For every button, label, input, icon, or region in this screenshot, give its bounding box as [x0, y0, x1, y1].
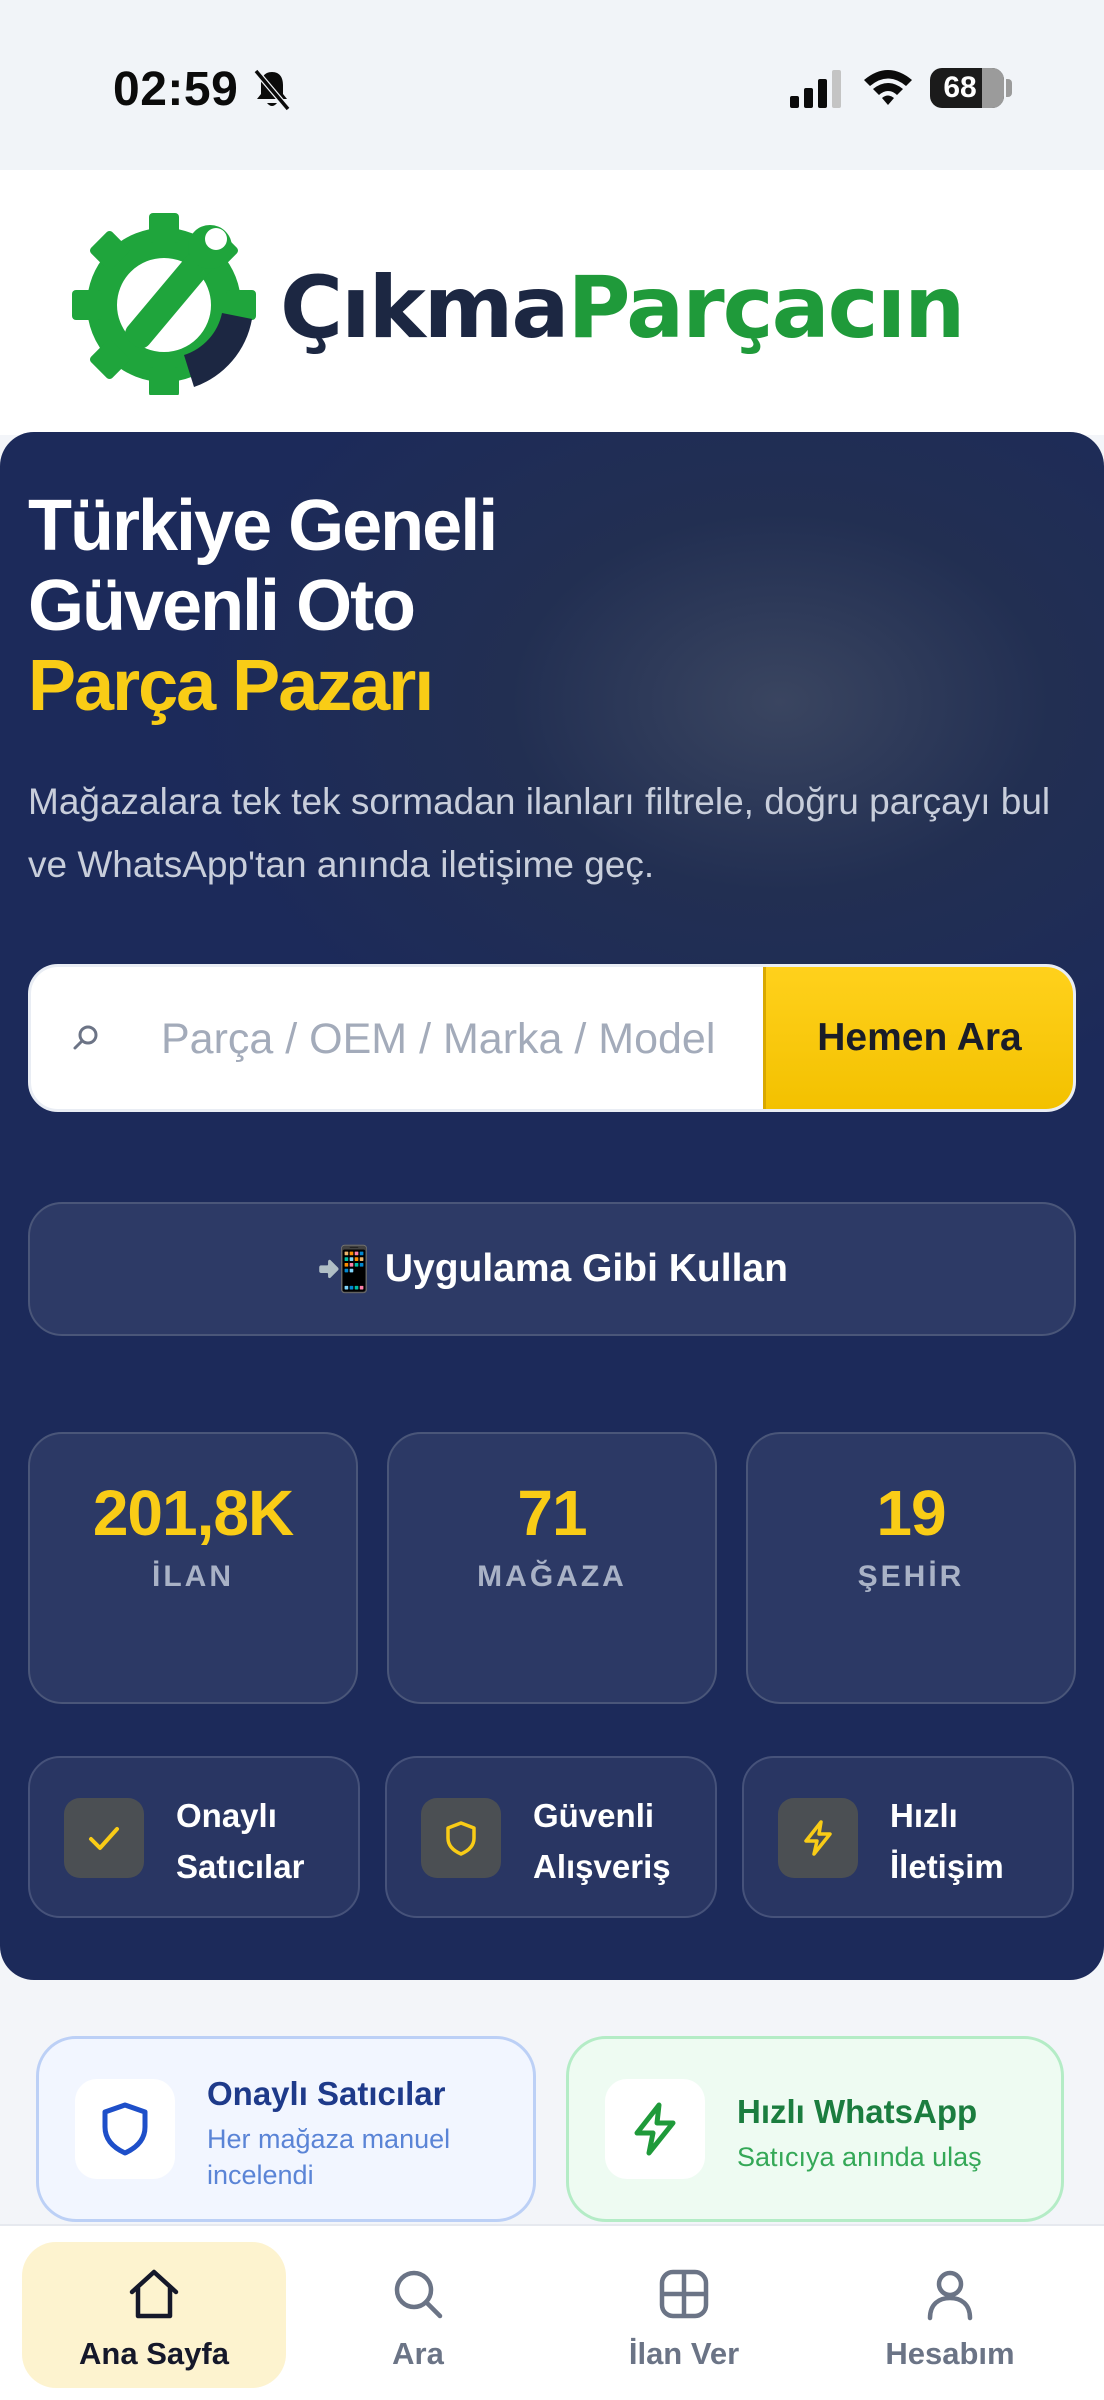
promo-card-whatsapp[interactable]: Hızlı WhatsApp Satıcıya anında ulaş [566, 2036, 1064, 2222]
stat-card-listings: 201,8K İLAN [28, 1432, 358, 1704]
check-icon [64, 1798, 144, 1878]
stat-label: İLAN [152, 1560, 234, 1593]
mobile-phone-arrow-icon: 📲 [316, 1245, 371, 1294]
nav-label: Ara [392, 2336, 444, 2371]
hero-title-line1: Türkiye Geneli [28, 486, 498, 566]
gear-wrench-logo-icon [72, 213, 256, 395]
nav-item-account[interactable]: Hesabım [818, 2242, 1082, 2388]
battery-icon: 68 [930, 68, 1004, 108]
promo-title: Hızlı WhatsApp [737, 2093, 978, 2130]
nav-item-post-listing[interactable]: İlan Ver [552, 2242, 816, 2388]
shield-icon [75, 2079, 175, 2179]
brand-part-2: Parçacın [567, 258, 965, 358]
hero-title: Türkiye Geneli Güvenli Oto Parça Pazarı [28, 486, 928, 726]
nav-item-search[interactable]: Ara [286, 2242, 550, 2388]
feature-card-approved-sellers: Onaylı Satıcılar [28, 1756, 360, 1918]
shield-icon [421, 1798, 501, 1878]
nav-label: Ana Sayfa [79, 2336, 229, 2371]
bottom-nav: Ana Sayfa Ara İlan Ver Hesabım [0, 2224, 1104, 2400]
stat-value: 19 [876, 1477, 946, 1549]
search-icon [73, 1025, 98, 1050]
search-bar: Hemen Ara [28, 964, 1076, 1112]
search-button[interactable]: Hemen Ara [763, 967, 1073, 1109]
bell-muted-icon [253, 69, 291, 111]
lightning-icon [778, 1798, 858, 1878]
grid-icon [659, 2269, 709, 2319]
stat-value: 71 [517, 1477, 587, 1549]
cellular-signal-icon [790, 70, 841, 108]
battery-level: 68 [943, 71, 977, 104]
logo-header: ÇıkmaParçacın [0, 170, 1104, 435]
promo-card-approved-sellers[interactable]: Onaylı Satıcılar Her mağaza manuel incel… [36, 2036, 536, 2222]
screen: 02:59 68 ÇıkmaParçacın Türkiye Geneli Gü… [0, 0, 1104, 2400]
hero-subtitle: Mağazalara tek tek sormadan ilanları fil… [28, 781, 1051, 885]
lightning-icon [605, 2079, 705, 2179]
brand-logo-text: ÇıkmaParçacın [280, 258, 965, 358]
feature-label: Onaylı Satıcılar [176, 1797, 305, 1885]
feature-label: Hızlı İletişim [890, 1797, 1004, 1885]
nav-item-home[interactable]: Ana Sayfa [22, 2242, 286, 2388]
search-icon [394, 2270, 443, 2319]
brand-part-1: Çıkma [280, 258, 569, 358]
home-icon [129, 2269, 179, 2319]
search-input[interactable] [161, 1007, 741, 1071]
feature-card-secure-shopping: Güvenli Alışveriş [385, 1756, 717, 1918]
stat-value: 201,8K [92, 1477, 294, 1549]
status-bar: 02:59 68 [0, 0, 1104, 170]
feature-label: Güvenli Alışveriş [533, 1797, 671, 1885]
stat-label: ŞEHİR [857, 1560, 965, 1593]
user-icon [927, 2270, 973, 2321]
promo-description: Satıcıya anında ulaş [737, 2142, 982, 2172]
hero-title-line2: Güvenli Oto [28, 566, 416, 646]
nav-label: Hesabım [885, 2336, 1015, 2371]
promo-description: Her mağaza manuel incelendi [207, 2124, 451, 2190]
wifi-icon [864, 70, 912, 105]
install-app-button[interactable]: 📲 Uygulama Gibi Kullan [28, 1202, 1076, 1336]
stat-card-stores: 71 MAĞAZA [387, 1432, 717, 1704]
status-time: 02:59 [113, 63, 239, 116]
feature-card-fast-contact: Hızlı İletişim [742, 1756, 1074, 1918]
hero-section: Türkiye Geneli Güvenli Oto Parça Pazarı … [0, 432, 1104, 1980]
stat-label: MAĞAZA [477, 1560, 627, 1593]
nav-label: İlan Ver [628, 2336, 740, 2371]
promo-title: Onaylı Satıcılar [207, 2075, 446, 2112]
battery-nub [1006, 79, 1012, 97]
stat-card-cities: 19 ŞEHİR [746, 1432, 1076, 1704]
hero-title-line3: Parça Pazarı [28, 646, 434, 726]
install-app-label: Uygulama Gibi Kullan [384, 1247, 788, 1290]
